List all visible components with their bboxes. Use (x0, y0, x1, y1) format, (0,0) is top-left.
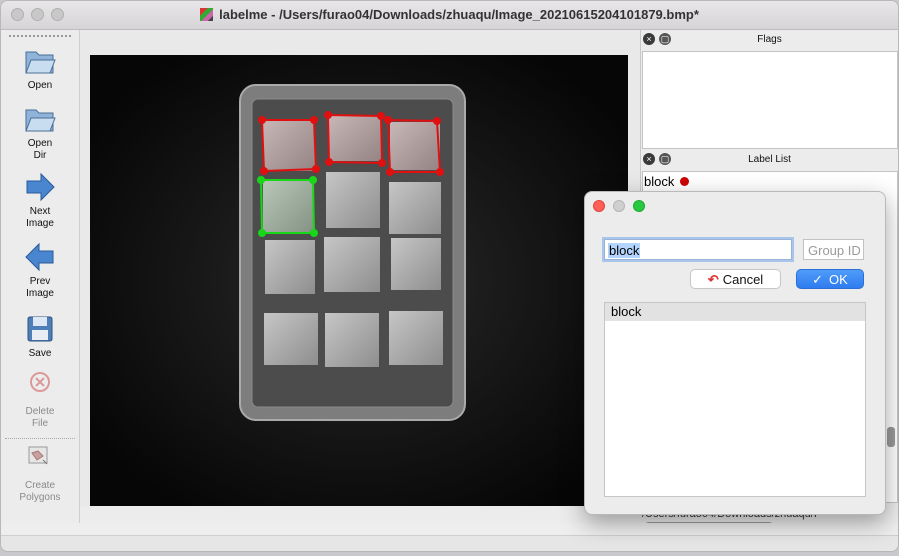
canvas-horizontal-scrollbar[interactable] (1, 523, 898, 535)
toolbar-grip[interactable] (9, 35, 71, 39)
label-choices-list[interactable]: block (604, 302, 866, 497)
title-bar: labelme - /Users/furao04/Downloads/zhuaq… (1, 1, 898, 30)
arrow-left-icon (25, 242, 54, 272)
block-r4c1 (264, 313, 318, 365)
group-id-input[interactable]: Group ID (803, 239, 864, 260)
label-name-input[interactable]: block (604, 239, 792, 260)
label-dialog: block Group ID ↶ Cancel ✓ OK block (584, 191, 886, 515)
close-icon[interactable]: × (643, 33, 655, 45)
label-list-item[interactable]: block (643, 172, 897, 191)
polygon-red-1[interactable] (258, 116, 320, 175)
delete-circle-icon (30, 372, 50, 392)
toolbar-separator (5, 438, 75, 439)
status-bar (1, 535, 898, 551)
window-title: labelme - /Users/furao04/Downloads/zhuaq… (1, 7, 898, 22)
label-list-dock-title: × ▢ Label List (641, 150, 898, 170)
undo-arrow-icon: ↶ (707, 272, 719, 287)
cancel-button[interactable]: ↶ Cancel (690, 269, 781, 289)
arrow-right-icon (26, 172, 55, 202)
polygon-green-selected[interactable] (257, 176, 318, 237)
label-list-scrollbar[interactable] (887, 427, 895, 447)
block-r3c2 (324, 237, 380, 292)
tool-bar: Open Open Dir Next Image Prev Image Save… (1, 30, 80, 535)
annotation-image (90, 55, 628, 506)
block-r4c3 (389, 311, 443, 365)
block-r4c2 (325, 313, 379, 367)
block-r3c3 (391, 238, 441, 290)
block-r2c3 (389, 182, 441, 234)
floppy-disk-icon (27, 316, 53, 342)
polygon-red-3[interactable] (384, 116, 444, 176)
open-dir-button[interactable]: Open Dir (1, 102, 79, 162)
prev-image-button[interactable]: Prev Image (1, 240, 79, 300)
canvas-area (80, 30, 641, 506)
flags-dock-title: × ▢ Flags (641, 30, 898, 50)
float-icon[interactable]: ▢ (659, 33, 671, 45)
checkmark-icon: ✓ (812, 272, 824, 287)
open-folder-icon (25, 51, 56, 74)
polygon-red-2[interactable] (324, 111, 386, 167)
block-r2c2 (326, 172, 380, 228)
save-button[interactable]: Save (1, 312, 79, 360)
label-color-dot (679, 177, 689, 186)
dialog-minimize-button[interactable] (613, 200, 625, 212)
flags-list[interactable] (642, 51, 898, 149)
open-button[interactable]: Open (1, 44, 79, 92)
next-image-button[interactable]: Next Image (1, 170, 79, 230)
open-directory-icon (25, 109, 56, 132)
create-polygon-icon (28, 446, 48, 465)
label-choice-item[interactable]: block (605, 303, 865, 321)
create-polygons-button[interactable]: Create Polygons (1, 444, 79, 504)
delete-file-button[interactable]: Delete File (1, 370, 79, 430)
dialog-zoom-button[interactable] (633, 200, 645, 212)
float-icon[interactable]: ▢ (659, 153, 671, 165)
block-r3c1 (265, 240, 315, 294)
image-canvas[interactable] (90, 55, 628, 506)
ok-button[interactable]: ✓ OK (796, 269, 864, 289)
dialog-close-button[interactable] (593, 200, 605, 212)
close-icon[interactable]: × (643, 153, 655, 165)
labelme-app-icon (200, 8, 214, 21)
